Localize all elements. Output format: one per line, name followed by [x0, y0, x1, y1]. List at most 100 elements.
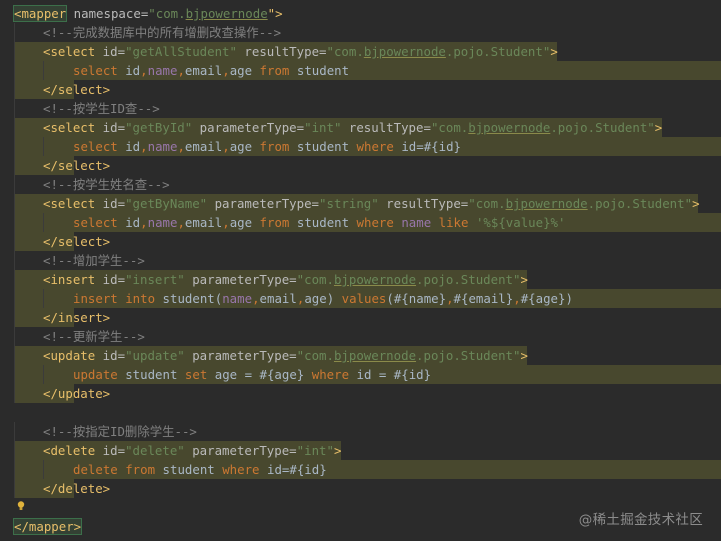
code-text: <mapper namespace="com.bjpowernode">: [12, 4, 283, 23]
code-line[interactable]: <update id="update" parameterType="com.b…: [0, 346, 721, 365]
code-line[interactable]: <!--完成数据库中的所有增删改查操作-->: [0, 23, 721, 42]
code-line[interactable]: </insert>: [0, 308, 721, 327]
code-line[interactable]: </select>: [0, 232, 721, 251]
code-token: ">: [267, 6, 283, 21]
code-text: <delete id="delete" parameterType="int">: [43, 441, 341, 460]
code-token: name: [401, 215, 439, 230]
code-token: "com.: [326, 44, 364, 59]
code-token: age: [229, 139, 260, 154]
code-line[interactable]: <select id="getAllStudent" resultType="c…: [0, 42, 721, 61]
code-line[interactable]: </select>: [0, 80, 721, 99]
code-line[interactable]: select id,name,email,age from student wh…: [0, 137, 721, 156]
code-text: <!--增加学生-->: [43, 251, 145, 270]
code-token: resultType=: [236, 44, 327, 59]
code-line[interactable]: update student set age = #{age} where id…: [0, 365, 721, 384]
code-editor[interactable]: <mapper namespace="com.bjpowernode"> <!--…: [0, 0, 721, 541]
code-token: id=: [95, 348, 126, 363]
code-token: >: [654, 120, 663, 135]
code-text: <select id="getAllStudent" resultType="c…: [43, 42, 558, 61]
code-token: <delete: [43, 443, 96, 458]
code-text: <!--按学生ID查-->: [43, 99, 160, 118]
code-token: id=#{id}: [266, 462, 327, 477]
code-token: ,: [513, 291, 521, 306]
code-token: "com.: [296, 272, 334, 287]
code-token: </mapper>: [12, 518, 83, 535]
indent-guide: [14, 460, 15, 479]
code-token: bjpowernode: [363, 44, 446, 59]
code-line[interactable]: <!--增加学生-->: [0, 251, 721, 270]
code-token: id: [125, 63, 141, 78]
indent-guide: [14, 118, 15, 137]
code-token: email: [184, 139, 223, 154]
code-token: "com.: [296, 348, 334, 363]
code-token: parameterType=: [184, 443, 297, 458]
code-text: </select>: [43, 156, 110, 175]
code-token: >: [520, 348, 528, 363]
code-line[interactable]: <insert id="insert" parameterType="com.b…: [0, 270, 721, 289]
code-token: student(: [162, 291, 223, 306]
code-token: </select>: [43, 158, 111, 173]
code-token: "com.: [430, 120, 469, 135]
code-token: ,: [140, 215, 148, 230]
code-token: "string": [319, 196, 379, 211]
code-token: </select>: [43, 82, 111, 97]
code-line[interactable]: <!--更新学生-->: [0, 327, 721, 346]
code-token: <insert: [43, 272, 96, 287]
lightbulb-icon[interactable]: [17, 501, 25, 511]
code-token: <update: [43, 348, 96, 363]
indent-guide: [14, 23, 15, 42]
code-token: like: [438, 215, 476, 230]
code-token: "com.: [468, 196, 506, 211]
code-line[interactable]: </select>: [0, 156, 721, 175]
indent-guide: [43, 365, 44, 384]
code-text: insert into student(name,email,age) valu…: [73, 289, 573, 308]
code-token: .pojo.Student": [550, 120, 655, 135]
code-token: "insert": [125, 272, 185, 287]
indent-guide: [14, 422, 15, 441]
code-token: student: [125, 367, 185, 382]
code-text: </select>: [43, 232, 110, 251]
code-token: <select: [43, 44, 96, 59]
code-token: id=: [95, 443, 126, 458]
code-token: .pojo.Student": [445, 44, 551, 59]
code-token: age = #{age}: [214, 367, 312, 382]
indent-guide: [14, 232, 15, 251]
code-line[interactable]: <select id="getById" parameterType="int"…: [0, 118, 721, 137]
code-line[interactable]: <select id="getByName" parameterType="st…: [0, 194, 721, 213]
code-token: where: [356, 139, 402, 154]
indent-guide: [43, 460, 44, 479]
code-token: ,: [177, 63, 185, 78]
code-token: student: [296, 215, 357, 230]
code-token: </delete>: [43, 481, 111, 496]
indent-guide: [14, 308, 15, 327]
code-token: ,: [177, 215, 185, 230]
code-line[interactable]: select id,name,email,age from student: [0, 61, 721, 80]
code-line[interactable]: select id,name,email,age from student wh…: [0, 213, 721, 232]
code-token: where: [311, 367, 357, 382]
code-line[interactable]: </delete>: [0, 479, 721, 498]
code-line[interactable]: <delete id="delete" parameterType="int">: [0, 441, 721, 460]
code-token: "getAllStudent": [125, 44, 237, 59]
code-line[interactable]: <!--按学生姓名查-->: [0, 175, 721, 194]
code-line[interactable]: <mapper namespace="com.bjpowernode">: [0, 4, 721, 23]
code-token: id: [125, 215, 141, 230]
code-line[interactable]: delete from student where id=#{id}: [0, 460, 721, 479]
code-token: parameterType=: [207, 196, 320, 211]
code-text: <!--按学生姓名查-->: [43, 175, 170, 194]
code-token: id=: [95, 196, 126, 211]
indent-guide: [14, 384, 15, 403]
code-token: student: [296, 139, 357, 154]
code-token: >: [692, 196, 700, 211]
code-token: id: [125, 139, 141, 154]
code-line[interactable]: insert into student(name,email,age) valu…: [0, 289, 721, 308]
code-line[interactable]: [0, 403, 721, 422]
code-token: id=#{id}: [401, 139, 461, 154]
indent-guide: [14, 42, 15, 61]
code-token: bjpowernode: [333, 348, 417, 363]
code-line[interactable]: <!--按学生ID查-->: [0, 99, 721, 118]
code-token: bjpowernode: [333, 272, 417, 287]
code-line[interactable]: <!--按指定ID删除学生-->: [0, 422, 721, 441]
code-line[interactable]: </update>: [0, 384, 721, 403]
code-token: bjpowernode: [468, 120, 551, 135]
code-token: <select: [43, 120, 96, 135]
